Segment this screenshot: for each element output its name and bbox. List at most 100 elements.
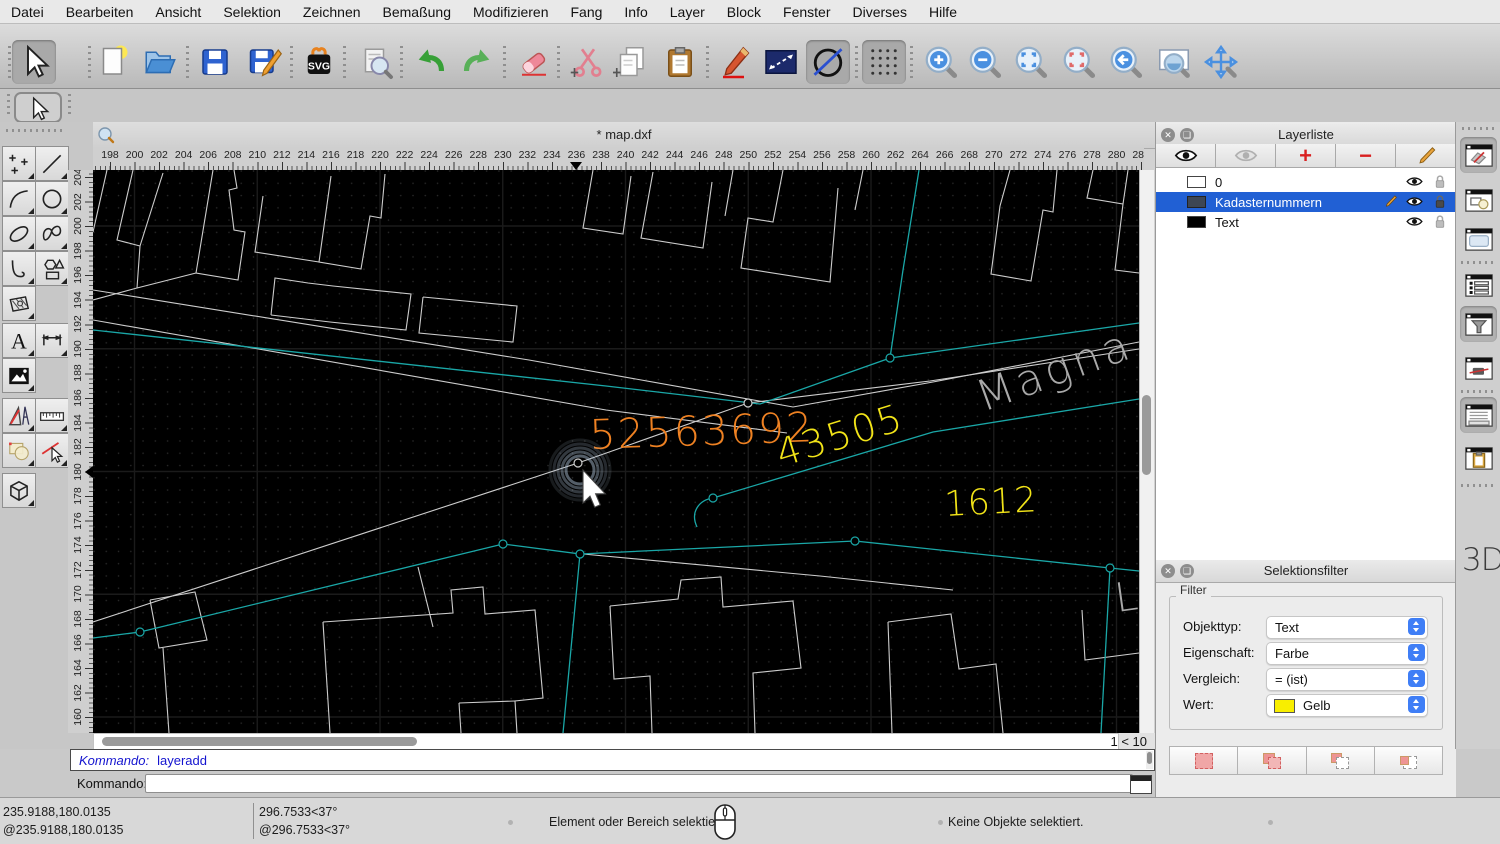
save-as-button[interactable]	[242, 40, 286, 84]
document-title-bar[interactable]: * map.dxf	[93, 122, 1155, 149]
point-tool-button[interactable]	[2, 146, 36, 181]
menu-layer[interactable]: Layer	[659, 4, 716, 20]
dock-tool-icon[interactable]	[1460, 350, 1497, 386]
layer-lock-icon[interactable]	[1434, 174, 1446, 189]
dock-blank-icon[interactable]	[1460, 221, 1497, 257]
construction-tool-button[interactable]	[2, 398, 36, 433]
command-history-scrollbar[interactable]	[1146, 751, 1153, 769]
undock-icon[interactable]: ❏	[1180, 564, 1194, 578]
undo-button[interactable]	[409, 40, 453, 84]
circle-tool-button[interactable]	[35, 181, 69, 216]
drag-handle[interactable]	[1462, 127, 1494, 130]
save-file-button[interactable]	[193, 40, 237, 84]
layer-lock-icon[interactable]	[1434, 214, 1446, 229]
select-intersect-button[interactable]	[1375, 747, 1442, 774]
drag-handle[interactable]	[6, 129, 62, 132]
dock-3d-label[interactable]: 3D	[1462, 542, 1500, 578]
image-tool-button[interactable]	[2, 358, 36, 393]
select-arrow-button[interactable]	[12, 40, 56, 84]
menu-info[interactable]: Info	[613, 4, 658, 20]
layer-row-kadasternummern[interactable]: Kadasternummern	[1156, 192, 1456, 212]
measure-line-button[interactable]	[759, 40, 803, 84]
dock-list-icon[interactable]	[1460, 267, 1497, 303]
dock-draw-icon[interactable]	[1460, 137, 1497, 173]
menu-fang[interactable]: Fang	[559, 4, 613, 20]
select-arrow-tool-button[interactable]	[14, 92, 62, 123]
undock-icon[interactable]: ❏	[1180, 128, 1194, 142]
filter-dropdown-0[interactable]: Text	[1266, 616, 1428, 639]
copy-button[interactable]	[609, 40, 653, 84]
menu-bearbeiten[interactable]: Bearbeiten	[55, 4, 145, 20]
vertical-scrollbar-thumb[interactable]	[1142, 395, 1151, 475]
edit-layer-button[interactable]	[1396, 144, 1456, 168]
zoom-fit-button[interactable]	[1009, 40, 1053, 84]
remove-layer-button[interactable]: −	[1336, 144, 1396, 168]
circle-slash-button[interactable]	[806, 40, 850, 84]
layer-row-0[interactable]: 0	[1156, 172, 1456, 192]
filter-dropdown-1[interactable]: Farbe	[1266, 642, 1428, 665]
arc-tool-button[interactable]	[2, 181, 36, 216]
eraser-button[interactable]	[512, 40, 556, 84]
zoom-region-button[interactable]	[1057, 40, 1101, 84]
menu-fenster[interactable]: Fenster	[772, 4, 841, 20]
zoom-previous-button[interactable]	[1104, 40, 1148, 84]
ellipse-tool-button[interactable]	[2, 216, 36, 251]
layer-row-text[interactable]: Text	[1156, 212, 1456, 232]
select-new-button[interactable]	[1170, 747, 1238, 774]
command-input[interactable]	[145, 774, 1133, 793]
filter-dropdown-3[interactable]: Gelb	[1266, 694, 1428, 717]
zoom-window-button[interactable]	[1152, 40, 1196, 84]
drag-handle[interactable]	[7, 94, 10, 118]
dock-shapes-icon[interactable]	[1460, 182, 1497, 218]
dock-filter-icon[interactable]	[1460, 306, 1497, 342]
select-remove-button[interactable]	[1307, 747, 1375, 774]
menu-selektion[interactable]: Selektion	[212, 4, 292, 20]
layer-visible-eye-icon[interactable]	[1406, 196, 1423, 207]
print-preview-button[interactable]	[354, 40, 398, 84]
draw-pencil-button[interactable]	[713, 40, 757, 84]
add-layer-button[interactable]: +	[1276, 144, 1336, 168]
spline-tool-button[interactable]	[35, 216, 69, 251]
menu-zeichnen[interactable]: Zeichnen	[292, 4, 372, 20]
drag-handle[interactable]	[68, 94, 71, 118]
grid-toggle-button[interactable]	[862, 40, 906, 84]
filter-dropdown-2[interactable]: = (ist)	[1266, 668, 1428, 691]
svg-export-button[interactable]: SVG	[297, 40, 341, 84]
close-icon[interactable]: ✕	[1161, 128, 1175, 142]
layer-visible-eye-icon[interactable]	[1406, 216, 1423, 227]
menu-modifizieren[interactable]: Modifizieren	[462, 4, 559, 20]
vertical-scrollbar[interactable]	[1139, 170, 1154, 733]
new-document-button[interactable]	[92, 40, 136, 84]
zoom-out-button[interactable]	[963, 40, 1007, 84]
ruler-tool-button[interactable]	[35, 398, 69, 433]
line-tool-button[interactable]	[35, 146, 69, 181]
drawing-canvas[interactable]: 52563692435051612Magna AL	[93, 170, 1139, 733]
dimension-tool-button[interactable]	[35, 323, 69, 358]
layer-visible-eye-icon[interactable]	[1406, 176, 1423, 187]
redo-button[interactable]	[455, 40, 499, 84]
pan-view-button[interactable]	[1199, 40, 1243, 84]
layer-lock-icon[interactable]	[1434, 194, 1446, 209]
hatch-tool-button[interactable]	[2, 286, 36, 321]
menu-hilfe[interactable]: Hilfe	[918, 4, 968, 20]
eye-open-button[interactable]	[1156, 144, 1216, 168]
menu-block[interactable]: Block	[716, 4, 772, 20]
eye-dim-button[interactable]	[1216, 144, 1276, 168]
select-element-tool-button[interactable]	[35, 433, 69, 468]
menu-diverses[interactable]: Diverses	[842, 4, 918, 20]
polyline-tool-button[interactable]	[2, 251, 36, 286]
horizontal-scrollbar-thumb[interactable]	[102, 737, 417, 746]
cut-button[interactable]	[566, 40, 610, 84]
command-window-button[interactable]	[1130, 775, 1152, 794]
zoom-in-button[interactable]	[919, 40, 963, 84]
box-3d-tool-button[interactable]	[2, 473, 36, 508]
clip-tool-button[interactable]	[2, 433, 36, 468]
open-file-button[interactable]	[137, 40, 181, 84]
menu-datei[interactable]: Datei	[0, 4, 55, 20]
close-icon[interactable]: ✕	[1161, 564, 1175, 578]
menu-bema-ung[interactable]: Bemaßung	[372, 4, 462, 20]
menu-ansicht[interactable]: Ansicht	[144, 4, 212, 20]
dock-command-icon[interactable]	[1460, 397, 1497, 433]
text-tool-button[interactable]: A	[2, 323, 36, 358]
polygon-tool-button[interactable]	[35, 251, 69, 286]
